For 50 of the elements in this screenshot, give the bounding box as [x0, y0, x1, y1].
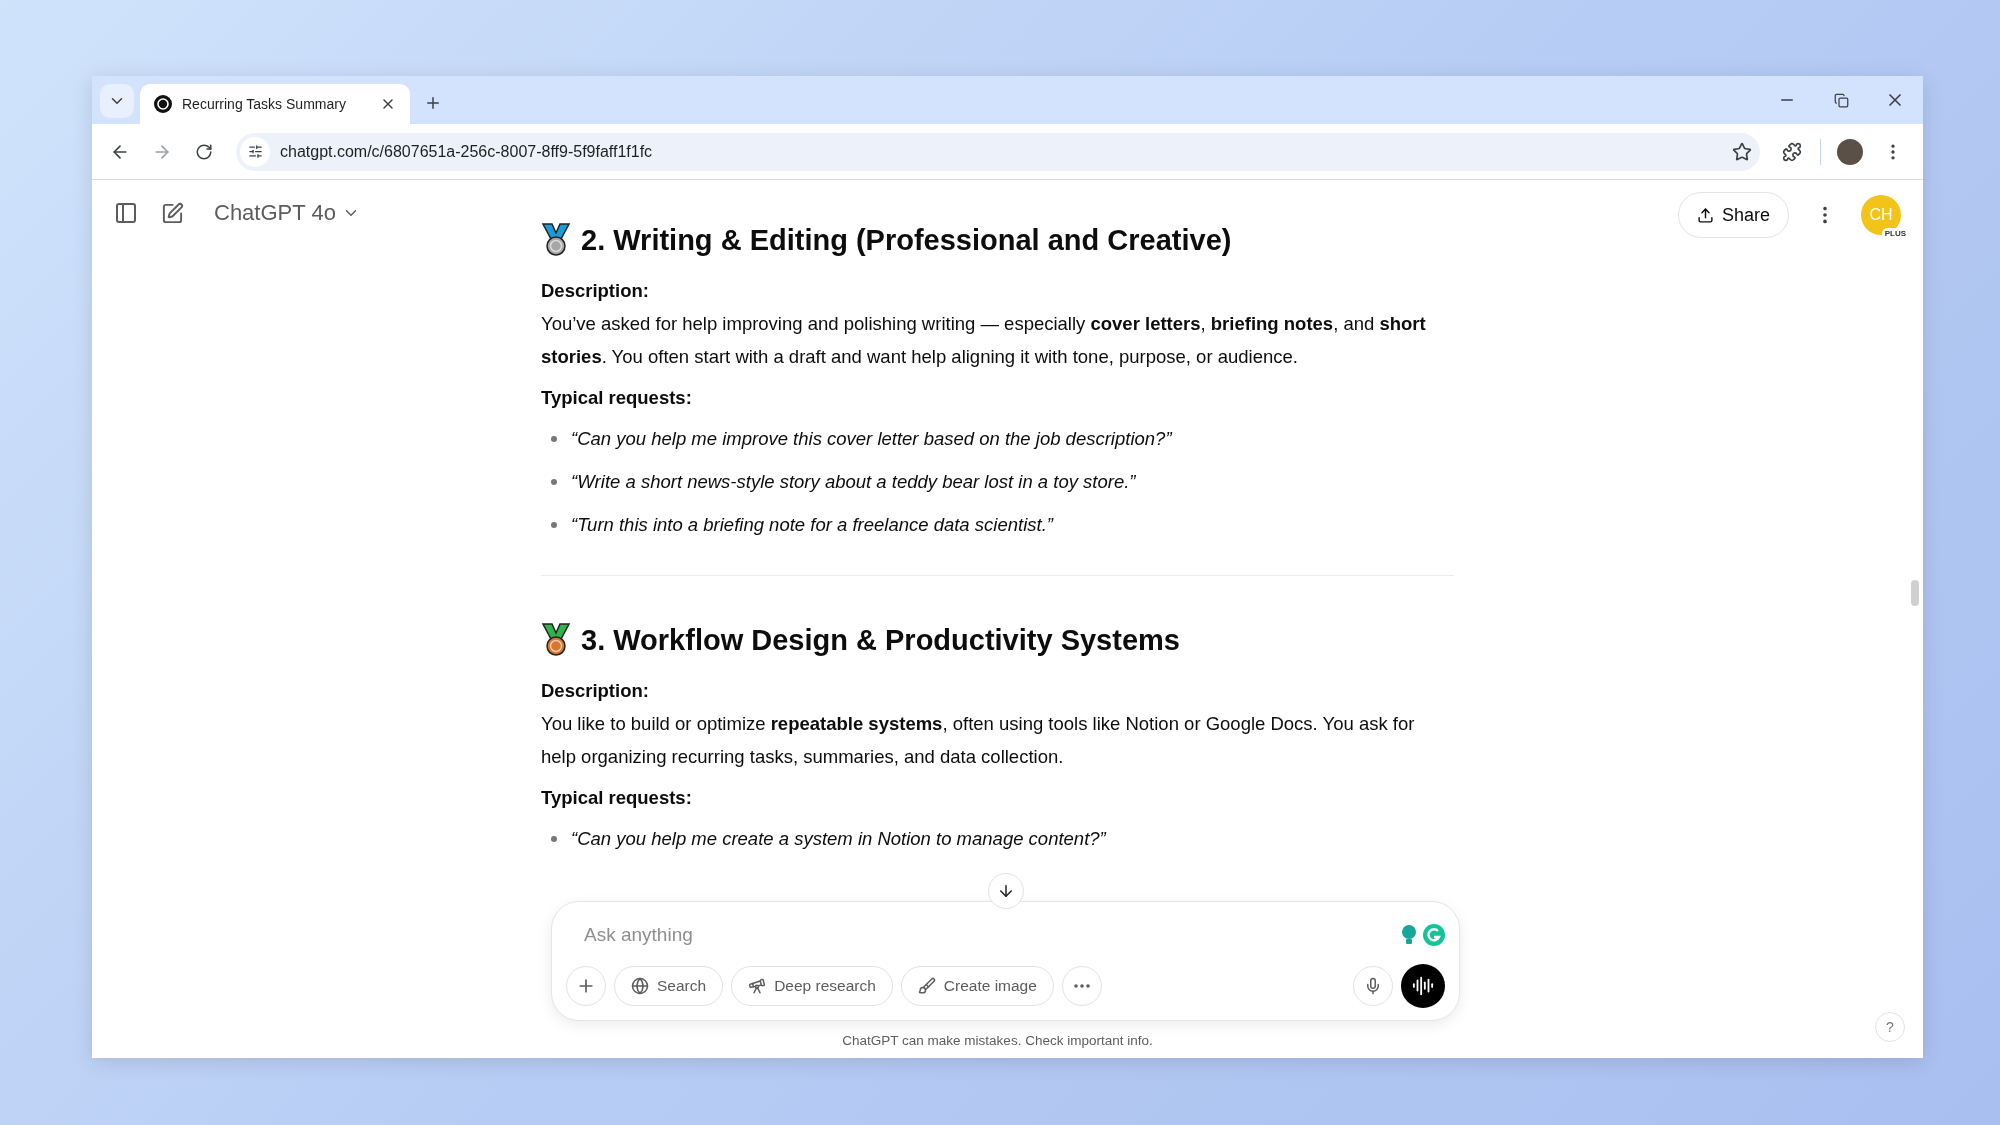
tool-button[interactable]: Deep research	[731, 966, 893, 1006]
help-button[interactable]: ?	[1875, 1012, 1905, 1042]
url-text: chatgpt.com/c/6807651a-256c-8007-8ff9-5f9faff1f1fc	[280, 142, 654, 161]
globe-icon	[631, 977, 649, 995]
request-item: “Write a short news-style story about a teddy bear lost in a toy store.”	[571, 470, 1137, 494]
medal-icon	[541, 623, 571, 657]
sound-wave-icon	[1412, 975, 1434, 997]
add-button[interactable]	[566, 966, 606, 1006]
medal-icon	[541, 223, 571, 257]
browser-tab[interactable]: Recurring Tasks Summary	[140, 84, 410, 124]
brush-icon	[917, 977, 936, 995]
request-item: “Can you help me improve this cover letter based on the job description?”	[571, 427, 1174, 451]
microphone-button[interactable]	[1353, 966, 1393, 1006]
description-label: Description:	[541, 679, 650, 703]
description-label: Description:	[541, 279, 650, 303]
section-heading: 3. Workflow Design & Productivity Systems	[581, 623, 1180, 658]
message-field[interactable]: Ask anything Search Deep research Create image	[551, 901, 1460, 1021]
scrollbar-thumb[interactable]	[1911, 580, 1919, 606]
lightbulb-icon	[1399, 924, 1419, 946]
profile-avatar[interactable]	[1837, 138, 1863, 165]
bookmark-star-icon[interactable]	[1732, 141, 1752, 162]
microphone-icon	[1364, 977, 1382, 995]
tab-title: Recurring Tasks Summary	[182, 96, 347, 112]
description-text: You’ve asked for help improving and polishing writing — especially cover letters, briefing notes, and short stories. You often start with a draft and want help aligning it with tone, purpose, or audience.	[541, 312, 1427, 369]
section-heading: 2. Writing & Editing (Professional and Creative)	[581, 223, 1232, 258]
site-info-icon[interactable]	[240, 136, 270, 167]
model-selector[interactable]: ChatGPT 4o	[206, 194, 368, 232]
address-bar[interactable]: chatgpt.com/c/6807651a-256c-8007-8ff9-5f9faff1f1fc	[236, 132, 1760, 171]
ellipsis-icon	[1073, 984, 1090, 988]
voice-mode-button[interactable]	[1401, 964, 1445, 1008]
description-text: You like to build or optimize repeatable systems, often using tools like Notion or Google Docs. You ask for help organizing recurring tasks, summaries, and data collection.	[541, 712, 1416, 769]
requests-label: Typical requests:	[541, 386, 693, 410]
tool-button[interactable]: Search	[614, 966, 724, 1006]
more-tools-button[interactable]	[1061, 966, 1102, 1006]
bullet-icon	[551, 478, 557, 485]
bullet-icon	[551, 435, 557, 442]
telescope-icon	[748, 977, 767, 995]
share-button[interactable]: Share	[1677, 192, 1789, 238]
plan-badge: PLUS	[1881, 228, 1909, 239]
favicon-icon	[154, 95, 172, 113]
tool-button[interactable]: Create image	[900, 966, 1054, 1006]
share-icon	[1696, 206, 1714, 224]
scroll-down-button[interactable]	[987, 873, 1024, 909]
bullet-icon	[551, 835, 557, 842]
grammar-checker-icon	[1423, 924, 1445, 946]
disclaimer-text: ChatGPT can make mistakes. Check important info.	[841, 1032, 1154, 1050]
request-item: “Can you help me create a system in Notion to manage content?”	[571, 827, 1108, 851]
requests-label: Typical requests:	[541, 786, 693, 810]
bullet-icon	[551, 521, 557, 528]
request-item: “Turn this into a briefing note for a freelance data scientist.”	[571, 513, 1055, 537]
